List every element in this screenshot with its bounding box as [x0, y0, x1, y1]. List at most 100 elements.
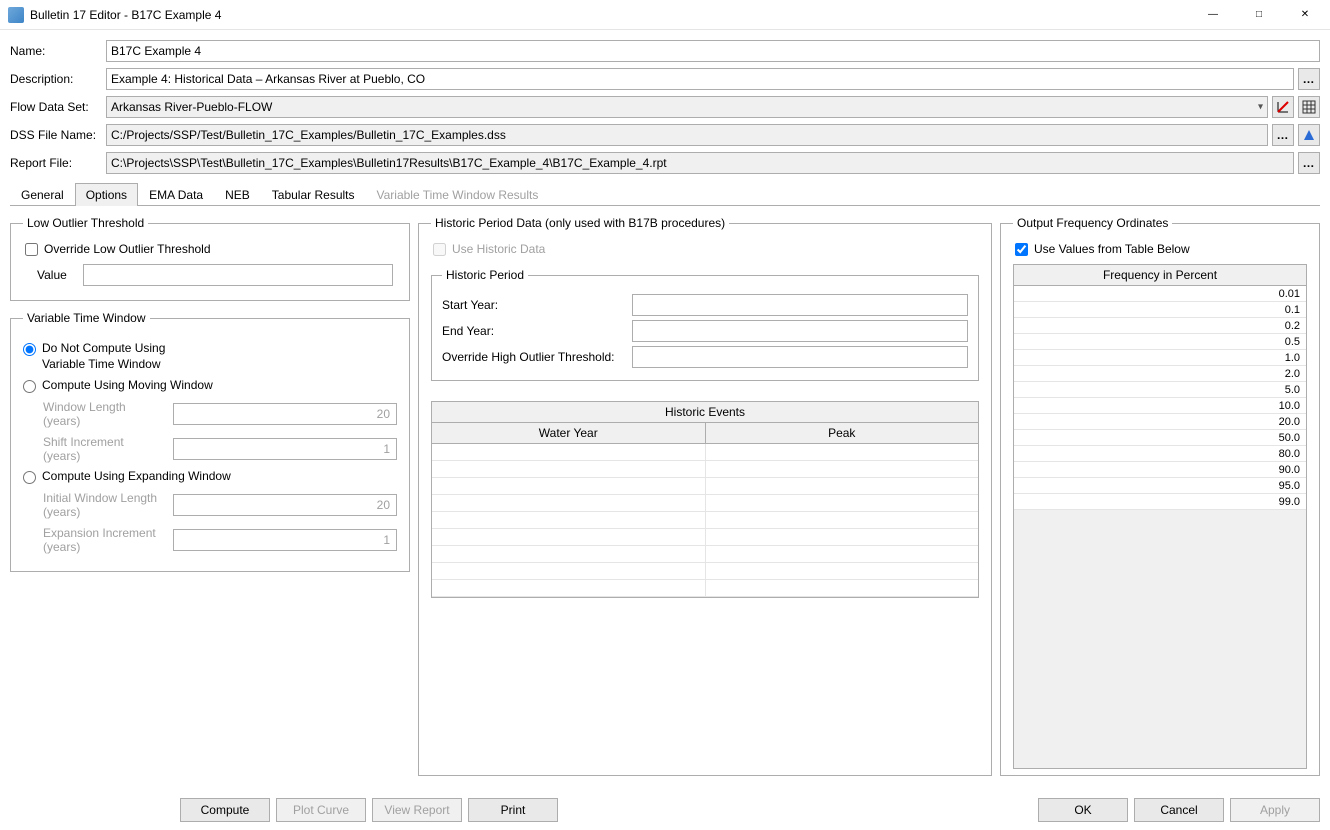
low-outlier-value-label: Value	[37, 268, 83, 282]
report-file-input[interactable]: C:\Projects\SSP\Test\Bulletin_17C_Exampl…	[106, 152, 1294, 174]
override-high-input[interactable]	[632, 346, 968, 368]
historic-events-title: Historic Events	[432, 402, 978, 423]
report-file-label: Report File:	[10, 156, 106, 170]
historic-events-body	[432, 444, 978, 597]
expansion-increment-input: 1	[173, 529, 397, 551]
table-row[interactable]	[432, 563, 978, 580]
historic-period-fieldset: Historic Period Start Year: End Year: Ov…	[431, 268, 979, 381]
dss-browse-button[interactable]: …	[1272, 124, 1294, 146]
low-outlier-legend: Low Outlier Threshold	[23, 216, 148, 230]
low-outlier-fieldset: Low Outlier Threshold Override Low Outli…	[10, 216, 410, 301]
shift-increment-input: 1	[173, 438, 397, 460]
description-browse-button[interactable]: …	[1298, 68, 1320, 90]
use-historic-label: Use Historic Data	[452, 242, 545, 256]
name-label: Name:	[10, 44, 106, 58]
cancel-button[interactable]: Cancel	[1134, 798, 1224, 822]
table-row[interactable]	[432, 512, 978, 529]
plot-curve-button: Plot Curve	[276, 798, 366, 822]
historic-legend: Historic Period Data (only used with B17…	[431, 216, 729, 230]
description-input[interactable]: Example 4: Historical Data – Arkansas Ri…	[106, 68, 1294, 90]
name-input[interactable]: B17C Example 4	[106, 40, 1320, 62]
ok-button[interactable]: OK	[1038, 798, 1128, 822]
use-values-label: Use Values from Table Below	[1034, 242, 1190, 256]
override-low-outlier-checkbox[interactable]	[25, 243, 38, 256]
frequency-row[interactable]: 0.2	[1014, 318, 1306, 334]
initial-window-length-input: 20	[173, 494, 397, 516]
low-outlier-value-input[interactable]	[83, 264, 393, 286]
frequency-blank-area	[1014, 510, 1306, 768]
flow-data-combo[interactable]: Arkansas River-Pueblo-FLOW ▾	[106, 96, 1268, 118]
dss-hist-button[interactable]	[1298, 124, 1320, 146]
historic-period-legend: Historic Period	[442, 268, 528, 282]
output-freq-fieldset: Output Frequency Ordinates Use Values fr…	[1000, 216, 1320, 776]
end-year-input[interactable]	[632, 320, 968, 342]
description-label: Description:	[10, 72, 106, 86]
frequency-col-header: Frequency in Percent	[1014, 265, 1306, 286]
historic-fieldset: Historic Period Data (only used with B17…	[418, 216, 992, 776]
tab-ema-data[interactable]: EMA Data	[138, 183, 214, 206]
shift-increment-label: Shift Increment(years)	[43, 435, 173, 464]
table-row[interactable]	[432, 461, 978, 478]
tab-general[interactable]: General	[10, 183, 75, 206]
tab-vtw-results: Variable Time Window Results	[366, 183, 550, 206]
override-high-label: Override High Outlier Threshold:	[442, 350, 632, 364]
initial-window-length-label: Initial Window Length(years)	[43, 491, 173, 520]
use-historic-checkbox	[433, 243, 446, 256]
frequency-row[interactable]: 0.1	[1014, 302, 1306, 318]
frequency-row[interactable]: 0.01	[1014, 286, 1306, 302]
frequency-row[interactable]: 10.0	[1014, 398, 1306, 414]
frequency-row[interactable]: 95.0	[1014, 478, 1306, 494]
maximize-button[interactable]: □	[1236, 0, 1282, 30]
use-values-checkbox[interactable]	[1015, 243, 1028, 256]
frequency-row[interactable]: 80.0	[1014, 446, 1306, 462]
vtw-none-radio[interactable]	[23, 343, 36, 356]
view-report-button: View Report	[372, 798, 462, 822]
table-row[interactable]	[432, 580, 978, 597]
window-title: Bulletin 17 Editor - B17C Example 4	[30, 8, 1190, 22]
apply-button: Apply	[1230, 798, 1320, 822]
frequency-row[interactable]: 5.0	[1014, 382, 1306, 398]
app-icon	[8, 7, 24, 23]
table-row[interactable]	[432, 529, 978, 546]
vtw-expanding-radio[interactable]	[23, 471, 36, 484]
start-year-input[interactable]	[632, 294, 968, 316]
override-low-outlier-label: Override Low Outlier Threshold	[44, 242, 211, 256]
frequency-table: Frequency in Percent 0.010.10.20.51.02.0…	[1013, 264, 1307, 769]
vtw-moving-radio[interactable]	[23, 380, 36, 393]
table-row[interactable]	[432, 495, 978, 512]
table-row[interactable]	[432, 444, 978, 461]
flow-plot-button[interactable]	[1272, 96, 1294, 118]
frequency-row[interactable]: 50.0	[1014, 430, 1306, 446]
chevron-down-icon: ▾	[1258, 102, 1263, 113]
output-freq-legend: Output Frequency Ordinates	[1013, 216, 1172, 230]
frequency-row[interactable]: 2.0	[1014, 366, 1306, 382]
close-button[interactable]: ✕	[1282, 0, 1328, 30]
vtw-fieldset: Variable Time Window Do Not Compute Usin…	[10, 311, 410, 572]
end-year-label: End Year:	[442, 324, 632, 338]
frequency-row[interactable]: 90.0	[1014, 462, 1306, 478]
tab-neb[interactable]: NEB	[214, 183, 261, 206]
window-length-input: 20	[173, 403, 397, 425]
compute-button[interactable]: Compute	[180, 798, 270, 822]
vtw-legend: Variable Time Window	[23, 311, 150, 325]
start-year-label: Start Year:	[442, 298, 632, 312]
frequency-row[interactable]: 99.0	[1014, 494, 1306, 510]
historic-events-table: Historic Events Water Year Peak	[431, 401, 979, 598]
frequency-row[interactable]: 0.5	[1014, 334, 1306, 350]
flow-table-button[interactable]	[1298, 96, 1320, 118]
col-water-year: Water Year	[432, 423, 706, 443]
col-peak: Peak	[706, 423, 979, 443]
table-row[interactable]	[432, 546, 978, 563]
table-row[interactable]	[432, 478, 978, 495]
print-button[interactable]: Print	[468, 798, 558, 822]
minimize-button[interactable]: —	[1190, 0, 1236, 30]
dss-file-input[interactable]: C:/Projects/SSP/Test/Bulletin_17C_Exampl…	[106, 124, 1268, 146]
flow-data-label: Flow Data Set:	[10, 100, 106, 114]
frequency-row[interactable]: 1.0	[1014, 350, 1306, 366]
tab-options[interactable]: Options	[75, 183, 138, 206]
frequency-row[interactable]: 20.0	[1014, 414, 1306, 430]
tab-tabular-results[interactable]: Tabular Results	[261, 183, 366, 206]
window-length-label: Window Length(years)	[43, 400, 173, 429]
report-browse-button[interactable]: …	[1298, 152, 1320, 174]
dss-file-label: DSS File Name:	[10, 128, 106, 142]
